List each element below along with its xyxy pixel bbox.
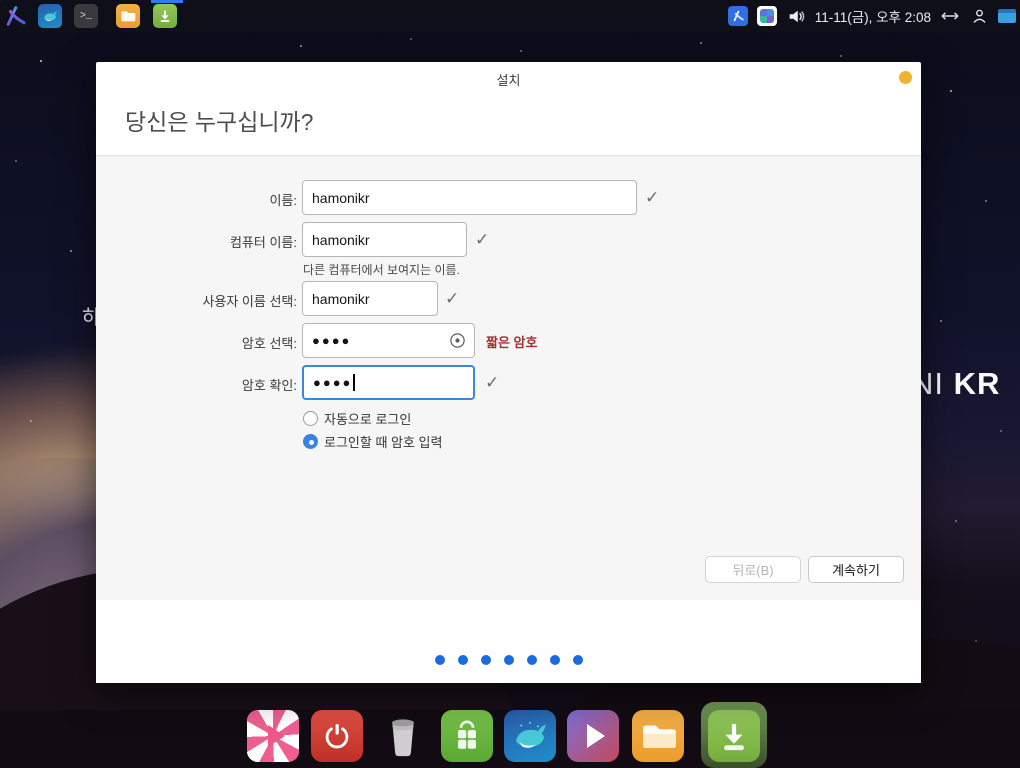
- progress-dot: [573, 655, 583, 665]
- progress-dot: [481, 655, 491, 665]
- username-field[interactable]: hamonikr: [302, 281, 438, 316]
- username-value: hamonikr: [312, 291, 370, 307]
- auto-login-option[interactable]: 자동으로 로그인: [303, 409, 411, 428]
- wallpaper-text-bold: KR: [954, 366, 1001, 401]
- computer-name-field[interactable]: hamonikr: [302, 222, 467, 257]
- password-value: ●●●●: [312, 333, 351, 348]
- username-valid-check-icon: ✓: [445, 289, 459, 309]
- play-triangle: [268, 725, 285, 747]
- whale-browser-icon[interactable]: [504, 710, 556, 762]
- progress-dots: [435, 655, 583, 665]
- power-icon[interactable]: [311, 710, 363, 762]
- require-password-label: 로그인할 때 암호 입력: [324, 432, 442, 451]
- confirm-password-label: 암호 확인:: [96, 375, 297, 394]
- system-tray: 11-11(금), 오후 2:08: [728, 0, 1016, 32]
- wallpaper-text-right: NI KR: [911, 366, 1000, 402]
- text-caret: [353, 374, 355, 391]
- dock: [0, 696, 1020, 768]
- computer-name-value: hamonikr: [312, 232, 370, 248]
- media-pinwheel-icon[interactable]: [247, 710, 299, 762]
- confirm-password-value: ●●●●: [313, 375, 352, 390]
- back-button[interactable]: 뒤로(B): [705, 556, 801, 583]
- auto-login-label: 자동으로 로그인: [324, 409, 411, 428]
- installer-window: 설치 당신은 누구십니까? 이름: hamonikr ✓ 컴퓨터 이름: ham…: [96, 62, 921, 683]
- require-password-option[interactable]: 로그인할 때 암호 입력: [303, 432, 442, 451]
- installer-download-icon[interactable]: [708, 710, 760, 762]
- launcher-pinwheel-icon[interactable]: [757, 6, 777, 26]
- computer-valid-check-icon: ✓: [475, 230, 489, 250]
- progress-dot: [435, 655, 445, 665]
- computer-name-hint: 다른 컴퓨터에서 보여지는 이름.: [303, 261, 460, 278]
- name-label: 이름:: [96, 190, 297, 209]
- file-manager-panel-icon[interactable]: [116, 4, 140, 28]
- clock[interactable]: 11-11(금), 오후 2:08: [815, 6, 931, 26]
- page-title: 당신은 누구십니까?: [125, 103, 313, 137]
- window-title: 설치: [96, 70, 921, 89]
- software-store-icon[interactable]: [441, 710, 493, 762]
- progress-footer: [96, 600, 921, 683]
- progress-dot: [504, 655, 514, 665]
- password-label: 암호 선택:: [96, 333, 297, 352]
- media-player-icon[interactable]: [567, 710, 619, 762]
- user-icon[interactable]: [969, 6, 989, 26]
- progress-dot: [527, 655, 537, 665]
- active-window-indicator: [151, 0, 183, 3]
- password-warning: 짧은 암호: [486, 332, 537, 351]
- top-panel: >_ 11-11(금), 오후 2:08: [0, 0, 1020, 32]
- reveal-password-button[interactable]: [445, 329, 469, 353]
- titlebar-dot[interactable]: [899, 71, 912, 84]
- hamonikr-menu-icon[interactable]: [3, 4, 27, 28]
- terminal-glyph: >_: [80, 11, 92, 22]
- confirm-password-field[interactable]: ●●●●: [302, 365, 475, 400]
- input-method-icon[interactable]: [728, 6, 748, 26]
- whale-browser-panel-icon[interactable]: [38, 4, 62, 28]
- auto-login-radio[interactable]: [303, 411, 318, 426]
- progress-dot: [550, 655, 560, 665]
- progress-dot: [458, 655, 468, 665]
- network-icon[interactable]: [940, 6, 960, 26]
- window-list-icon[interactable]: [998, 9, 1016, 23]
- username-label: 사용자 이름 선택:: [96, 291, 297, 310]
- installer-download-panel-icon[interactable]: [153, 4, 177, 28]
- titlebar[interactable]: 설치: [96, 62, 921, 92]
- require-password-radio[interactable]: [303, 434, 318, 449]
- player-play-triangle: [587, 724, 605, 748]
- name-field[interactable]: hamonikr: [302, 180, 637, 215]
- name-value: hamonikr: [312, 190, 370, 206]
- continue-button[interactable]: 계속하기: [808, 556, 904, 583]
- computer-name-label: 컴퓨터 이름:: [96, 232, 297, 251]
- trash-icon[interactable]: [377, 710, 429, 762]
- volume-icon[interactable]: [786, 6, 806, 26]
- terminal-icon[interactable]: >_: [74, 4, 98, 28]
- file-manager-icon[interactable]: [632, 710, 684, 762]
- confirm-valid-check-icon: ✓: [485, 373, 499, 393]
- password-field[interactable]: ●●●●: [302, 323, 475, 358]
- name-valid-check-icon: ✓: [645, 188, 659, 208]
